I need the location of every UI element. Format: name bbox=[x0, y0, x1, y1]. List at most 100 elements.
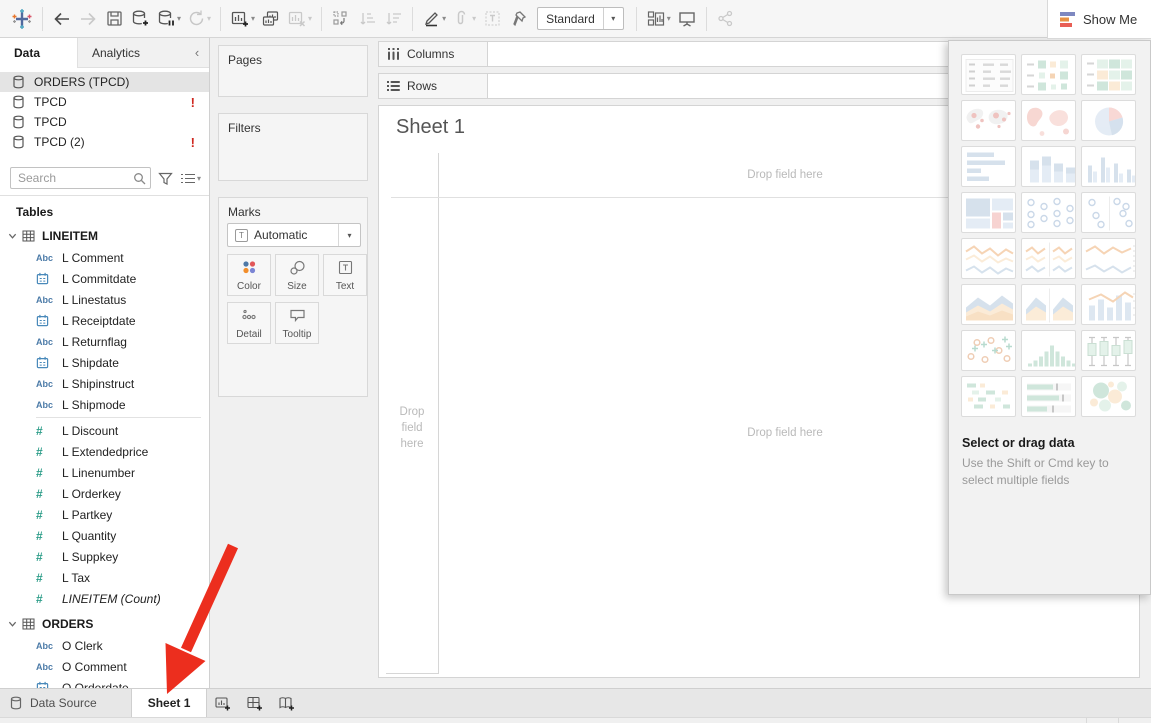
show-me-button[interactable]: Show Me bbox=[1047, 0, 1151, 39]
show-me-horizontal-bars-tile[interactable] bbox=[961, 146, 1016, 187]
field-item[interactable]: #L Tax bbox=[0, 567, 209, 588]
redo-button[interactable] bbox=[75, 4, 101, 34]
field-item[interactable]: #L Suppkey bbox=[0, 546, 209, 567]
tooltip-button[interactable]: Tooltip bbox=[275, 302, 319, 344]
show-me-stacked-bars-tile[interactable] bbox=[1021, 146, 1076, 187]
field-item[interactable]: #L Partkey bbox=[0, 504, 209, 525]
field-item[interactable]: AbcO Comment bbox=[0, 656, 209, 677]
caret-icon[interactable]: ▾ bbox=[338, 224, 360, 246]
tab-sheet-1[interactable]: Sheet 1 bbox=[131, 689, 208, 717]
field-item[interactable]: AbcL Shipinstruct bbox=[0, 373, 209, 394]
chevron-down-icon[interactable] bbox=[8, 620, 22, 628]
caret-icon[interactable]: ▾ bbox=[197, 174, 201, 183]
field-item[interactable]: L Receiptdate bbox=[0, 310, 209, 331]
pause-auto-updates-button[interactable]: ▾ bbox=[153, 4, 184, 34]
table-group-header[interactable]: LINEITEM bbox=[0, 225, 209, 247]
search-input[interactable] bbox=[18, 171, 103, 185]
size-button[interactable]: Size bbox=[275, 254, 319, 296]
show-me-area-chart-discrete-tile[interactable] bbox=[1021, 284, 1076, 325]
field-item[interactable]: AbcL Comment bbox=[0, 247, 209, 268]
show-me-circle-views-tile[interactable] bbox=[1021, 192, 1076, 233]
caret-icon[interactable]: ▾ bbox=[442, 14, 446, 23]
caret-icon[interactable]: ▾ bbox=[251, 14, 255, 23]
share-button[interactable] bbox=[713, 4, 739, 34]
new-story-tab-button[interactable] bbox=[271, 689, 303, 717]
show-me-histogram-tile[interactable] bbox=[1021, 330, 1076, 371]
pages-shelf[interactable]: Pages bbox=[218, 45, 368, 97]
save-button[interactable] bbox=[101, 4, 127, 34]
show-me-discrete-lines-tile[interactable] bbox=[1021, 238, 1076, 279]
filter-fields-icon[interactable] bbox=[158, 171, 173, 186]
sort-ascending-button[interactable] bbox=[354, 4, 380, 34]
caret-icon[interactable]: ▾ bbox=[207, 14, 211, 23]
table-group-header[interactable]: ORDERS bbox=[0, 613, 209, 635]
field-item[interactable]: L Commitdate bbox=[0, 268, 209, 289]
group-members-button[interactable]: ▾ bbox=[449, 4, 479, 34]
field-item[interactable]: #L Orderkey bbox=[0, 483, 209, 504]
show-me-text-table-tile[interactable] bbox=[961, 54, 1016, 95]
show-me-heat-map-tile[interactable] bbox=[1021, 54, 1076, 95]
fit-view-button[interactable]: ▾ bbox=[643, 4, 674, 34]
data-source-item[interactable]: ORDERS (TPCD) bbox=[0, 72, 209, 92]
field-item[interactable]: AbcL Linestatus bbox=[0, 289, 209, 310]
show-me-treemap-tile[interactable] bbox=[961, 192, 1016, 233]
show-me-box-and-whisker-tile[interactable] bbox=[1081, 330, 1136, 371]
chevron-down-icon[interactable] bbox=[8, 232, 22, 240]
field-item[interactable]: O Orderdate bbox=[0, 677, 209, 688]
refresh-button[interactable]: ▾ bbox=[184, 4, 214, 34]
swap-rows-columns-button[interactable] bbox=[328, 4, 354, 34]
duplicate-sheet-button[interactable] bbox=[258, 4, 284, 34]
filters-shelf[interactable]: Filters bbox=[218, 113, 368, 181]
caret-icon[interactable]: ▾ bbox=[177, 14, 181, 23]
view-size-select[interactable]: Standard ▾ bbox=[537, 7, 624, 30]
show-me-side-by-side-circles-tile[interactable] bbox=[1081, 192, 1136, 233]
tab-data[interactable]: Data bbox=[0, 38, 78, 68]
search-box[interactable] bbox=[10, 167, 151, 189]
drop-zone-left[interactable]: Drop field here bbox=[386, 404, 438, 452]
show-me-side-by-side-bars-tile[interactable] bbox=[1081, 146, 1136, 187]
field-item[interactable]: L Shipdate bbox=[0, 352, 209, 373]
new-worksheet-tab-button[interactable] bbox=[207, 689, 239, 717]
show-me-packed-bubbles-tile[interactable] bbox=[1081, 376, 1136, 417]
data-source-item[interactable]: TPCD! bbox=[0, 92, 209, 112]
tab-analytics[interactable]: Analytics bbox=[78, 38, 185, 68]
clear-sheet-button[interactable]: ▾ bbox=[284, 4, 315, 34]
caret-icon[interactable]: ▾ bbox=[472, 14, 476, 23]
field-item[interactable]: #L Discount bbox=[0, 420, 209, 441]
caret-icon[interactable]: ▾ bbox=[308, 14, 312, 23]
presentation-mode-button[interactable] bbox=[674, 4, 700, 34]
undo-button[interactable] bbox=[49, 4, 75, 34]
field-item[interactable]: #L Quantity bbox=[0, 525, 209, 546]
detail-button[interactable]: Detail bbox=[227, 302, 271, 344]
caret-icon[interactable]: ▾ bbox=[603, 8, 623, 29]
show-me-gantt-tile[interactable] bbox=[961, 376, 1016, 417]
new-dashboard-tab-button[interactable] bbox=[239, 689, 271, 717]
fix-axes-button[interactable] bbox=[505, 4, 531, 34]
tab-data-source[interactable]: Data Source bbox=[0, 689, 131, 717]
mark-labels-button[interactable] bbox=[479, 4, 505, 34]
mark-type-select[interactable]: T Automatic ▾ bbox=[227, 223, 361, 247]
show-me-continuous-lines-tile[interactable] bbox=[961, 238, 1016, 279]
collapse-pane-button[interactable]: ‹ bbox=[185, 38, 209, 68]
show-me-pie-chart-tile[interactable] bbox=[1081, 100, 1136, 141]
show-me-symbol-map-tile[interactable] bbox=[961, 100, 1016, 141]
field-item[interactable]: #L Extendedprice bbox=[0, 441, 209, 462]
data-source-item[interactable]: TPCD (2)! bbox=[0, 132, 209, 152]
add-data-source-button[interactable] bbox=[127, 4, 153, 34]
show-me-highlight-table-tile[interactable] bbox=[1081, 54, 1136, 95]
field-item[interactable]: AbcO Clerk bbox=[0, 635, 209, 656]
highlight-button[interactable]: ▾ bbox=[419, 4, 449, 34]
show-me-filled-map-tile[interactable] bbox=[1021, 100, 1076, 141]
sort-descending-button[interactable] bbox=[380, 4, 406, 34]
show-me-scatter-plot-tile[interactable] bbox=[961, 330, 1016, 371]
field-item[interactable]: #L Linenumber bbox=[0, 462, 209, 483]
field-item[interactable]: AbcL Shipmode bbox=[0, 394, 209, 415]
new-worksheet-button[interactable]: ▾ bbox=[227, 4, 258, 34]
view-options-button[interactable]: ▾ bbox=[180, 172, 201, 185]
color-button[interactable]: Color bbox=[227, 254, 271, 296]
text-button[interactable]: Text bbox=[323, 254, 367, 296]
field-item[interactable]: AbcL Returnflag bbox=[0, 331, 209, 352]
show-me-area-chart-continuous-tile[interactable] bbox=[961, 284, 1016, 325]
show-me-bullet-graph-tile[interactable] bbox=[1021, 376, 1076, 417]
caret-icon[interactable]: ▾ bbox=[667, 14, 671, 23]
